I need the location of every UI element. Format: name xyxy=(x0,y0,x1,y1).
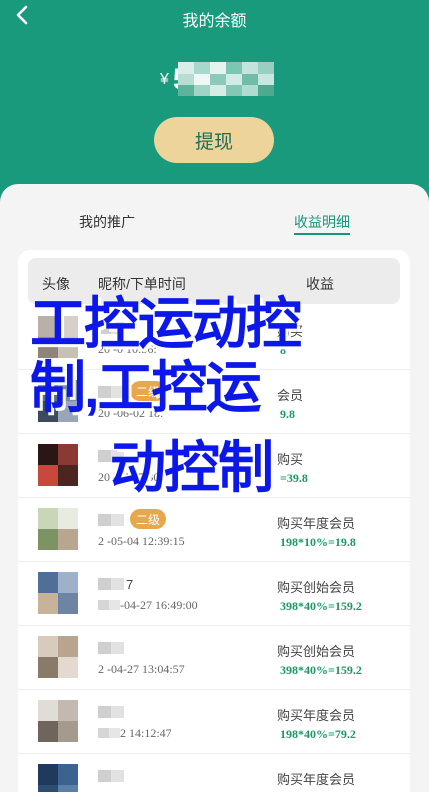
row-income-formula: 9.8 xyxy=(280,407,295,421)
row-income-formula: 198*10%=19.8 xyxy=(280,535,356,549)
row-income-type: 购买年度会员 xyxy=(277,772,356,787)
row-income-formula: 398*40%=159.2 xyxy=(280,663,362,677)
row-nickname xyxy=(98,321,126,336)
table-row[interactable]: 二级 2 -05-04 12:39:15 购买年度会员 198*10%=19.8 xyxy=(18,498,410,562)
avatar xyxy=(38,636,78,678)
table-body: 20 -0 10:36: 购买 8 二级 20 -06-02 18: 会员 9.… xyxy=(18,306,410,792)
row-income-type: 购买创始会员 xyxy=(277,644,356,659)
tab-bar: 我的推广 收益明细 xyxy=(0,184,429,240)
row-nickname xyxy=(98,705,126,720)
top-bar: 我的余额 xyxy=(0,0,429,34)
table-row[interactable]: 7 -04-27 16:49:00 购买创始会员 398*40%=159.2 xyxy=(18,562,410,626)
income-table: 头像 昵称/下单时间 收益 20 -0 10:36: 购买 8 二级 20 -0… xyxy=(18,250,410,792)
avatar xyxy=(38,764,78,792)
avatar xyxy=(38,700,78,742)
row-income-type: 购买年度会员 xyxy=(277,516,356,531)
row-income-type: 购买创始会员 xyxy=(277,580,356,595)
header-avatar: 头像 xyxy=(42,276,70,292)
table-row[interactable]: 20 -0 10:36: 购买 8 xyxy=(18,306,410,370)
row-order-time: 20 -0 10:36: xyxy=(98,342,157,356)
row-order-time: 2 14:12:47 xyxy=(98,726,172,741)
currency-symbol: ¥ xyxy=(160,71,169,88)
tab-income-detail[interactable]: 收益明细 xyxy=(294,212,350,232)
level-badge: 二级 xyxy=(130,381,166,401)
table-row[interactable]: 二级 20 -06-02 18: 会员 9.8 xyxy=(18,370,410,434)
avatar xyxy=(38,380,78,422)
row-income-type: 会员 xyxy=(277,388,304,403)
row-nickname xyxy=(98,641,126,656)
table-row[interactable]: 购买年度会员 xyxy=(18,754,410,792)
active-tab-indicator xyxy=(294,233,350,235)
table-row[interactable]: 2 -04-27 13:04:57 购买创始会员 398*40%=159.2 xyxy=(18,626,410,690)
row-income-type: 购买 xyxy=(277,324,304,339)
row-income-formula: 8 xyxy=(280,343,286,357)
row-order-time: 2 -04-27 13:04:57 xyxy=(98,662,185,676)
row-order-time: -04-27 16:49:00 xyxy=(98,598,198,613)
avatar xyxy=(38,508,78,550)
row-income-formula: 398*40%=159.2 xyxy=(280,599,362,613)
header-income: 收益 xyxy=(306,276,334,292)
row-nickname xyxy=(98,449,126,464)
tab-my-promotion[interactable]: 我的推广 xyxy=(79,212,135,232)
detail-sheet: 我的推广 收益明细 头像 昵称/下单时间 收益 20 -0 10:36: 购买 … xyxy=(0,184,429,792)
table-header: 头像 昵称/下单时间 收益 xyxy=(28,258,400,304)
balance-mosaic xyxy=(178,62,274,96)
row-nickname: 7 xyxy=(98,577,133,592)
row-order-time: 20 -05 17:30: xyxy=(98,470,163,484)
header-nickname-time: 昵称/下单时间 xyxy=(98,276,186,292)
page-title: 我的余额 xyxy=(182,13,247,30)
row-income-formula: 198*40%=79.2 xyxy=(280,727,356,741)
avatar xyxy=(38,572,78,614)
row-income-type: 购买 xyxy=(277,452,304,467)
table-row[interactable]: 2 14:12:47 购买年度会员 198*40%=79.2 xyxy=(18,690,410,754)
withdraw-button[interactable]: 提现 xyxy=(154,117,274,163)
level-badge: 二级 xyxy=(130,509,166,529)
avatar xyxy=(38,444,78,486)
row-income-type: 购买年度会员 xyxy=(277,708,356,723)
avatar xyxy=(38,316,78,358)
row-nickname xyxy=(98,769,126,784)
row-nickname xyxy=(98,385,126,400)
row-income-formula: =39.8 xyxy=(280,471,308,485)
table-row[interactable]: 20 -05 17:30: 购买 =39.8 xyxy=(18,434,410,498)
row-nickname xyxy=(98,513,126,528)
row-order-time: 20 -06-02 18: xyxy=(98,406,164,420)
balance-page: 我的余额 ¥ 5 提现 我的推广 收益明细 头像 xyxy=(0,0,429,792)
row-order-time: 2 -05-04 12:39:15 xyxy=(98,534,185,548)
